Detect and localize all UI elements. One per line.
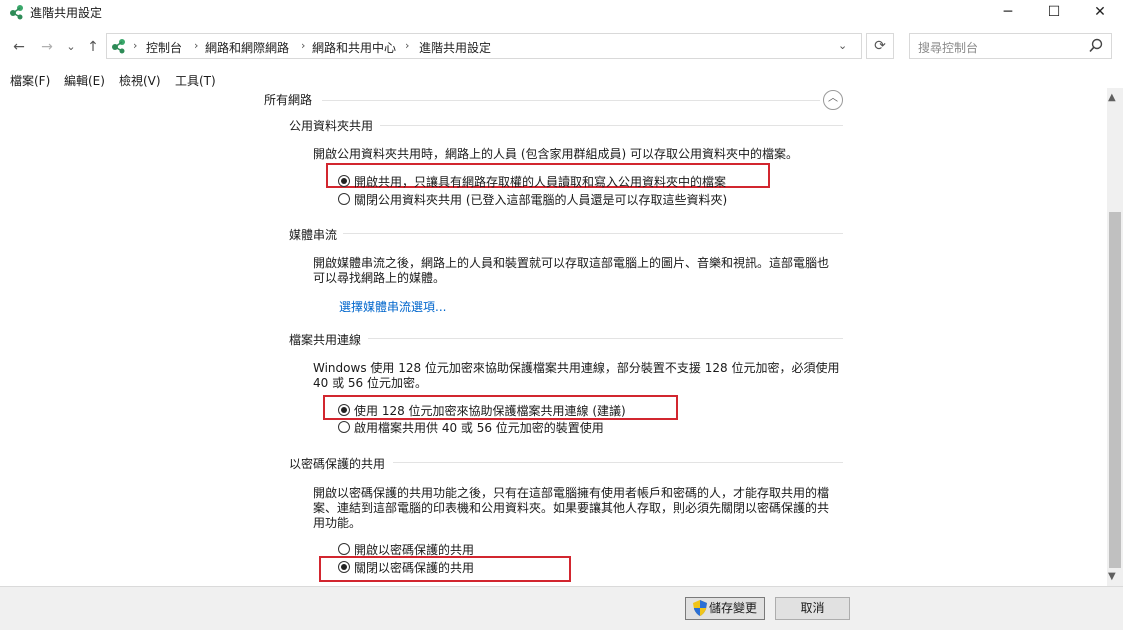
menu-file[interactable]: 檔案(F) [10,72,50,89]
recent-locations-button[interactable]: ⌄ [62,38,80,56]
public-folder-description: 開啟公用資料夾共用時，網路上的人員 (包含家用群組成員) 可以存取公用資料夾中的… [313,147,798,161]
breadcrumb-separator: › [133,39,138,52]
section-title-public-folder: 公用資料夾共用 [289,119,374,133]
section-title-media: 媒體串流 [289,228,338,242]
search-placeholder: 搜尋控制台 [918,41,979,55]
radio-public-folder-off[interactable] [338,193,350,205]
menu-tools[interactable]: 工具(T) [175,72,216,89]
refresh-button[interactable]: ⟳ [866,33,894,59]
address-dropdown-button[interactable]: ⌄ [838,39,847,52]
back-button[interactable]: ← [10,38,28,56]
radio-password-on[interactable] [338,543,350,555]
file-sharing-description-line1: Windows 使用 128 位元加密來協助保護檔案共用連線，部分裝置不支援 1… [313,361,840,375]
section-title-file-sharing: 檔案共用連線 [289,333,362,347]
breadcrumb-item-network-sharing-center[interactable]: 網路和共用中心 [312,39,396,56]
section-title-password: 以密碼保護的共用 [289,457,386,471]
radio-label-public-folder-off[interactable]: 關閉公用資料夾共用 (已登入這部電腦的人員還是可以存取這些資料夾) [354,191,727,208]
radio-label-public-folder-on[interactable]: 開啟共用，只讓具有網路存取權的人員讀取和寫入公用資料夾中的檔案 [354,173,726,190]
group-title: 所有網路 [264,93,313,107]
scroll-down-arrow[interactable]: ▼ [1108,571,1116,582]
cancel-button[interactable]: 取消 [775,597,850,620]
password-description-line2: 案、連結到這部電腦的印表機和公用資料夾。如果要讓其他人存取，則必須先關閉以密碼保… [313,501,830,515]
breadcrumb-item-network-internet[interactable]: 網路和網際網路 [205,39,289,56]
divider [380,125,843,126]
title-bar [0,0,1123,24]
breadcrumb-separator: › [301,39,306,52]
radio-label-password-off[interactable]: 關閉以密碼保護的共用 [354,559,474,576]
scrollbar-thumb[interactable] [1109,212,1121,568]
breadcrumb-separator: › [405,39,410,52]
divider [322,100,820,101]
network-icon [10,5,23,20]
breadcrumb-item-advanced-sharing[interactable]: 進階共用設定 [419,39,491,56]
close-button[interactable]: ✕ [1077,0,1123,24]
breadcrumb-separator: › [194,39,199,52]
forward-button[interactable]: → [38,38,56,56]
media-streaming-options-link[interactable]: 選擇媒體串流選項... [339,298,446,315]
menu-edit[interactable]: 編輯(E) [64,72,105,89]
radio-public-folder-on[interactable] [338,175,350,187]
shield-icon [693,600,707,616]
password-description-line1: 開啟以密碼保護的共用功能之後，只有在這部電腦擁有使用者帳戶和密碼的人，才能存取共… [313,486,830,500]
window-title: 進階共用設定 [30,6,103,20]
media-description-line1: 開啟媒體串流之後，網路上的人員和裝置就可以存取這部電腦上的圖片、音樂和視訊。這部… [313,256,830,270]
file-sharing-description-line2: 40 或 56 位元加密。 [313,376,427,390]
radio-password-off[interactable] [338,561,350,573]
radio-label-encryption-128[interactable]: 使用 128 位元加密來協助保護檔案共用連線 (建議) [354,402,626,419]
radio-encryption-128[interactable] [338,404,350,416]
up-button[interactable]: ↑ [84,38,102,56]
footer-bar [0,586,1123,630]
collapse-icon[interactable]: ︿ [823,90,843,110]
media-description-line2: 可以尋找網路上的媒體。 [313,271,446,285]
search-icon[interactable] [1088,38,1104,54]
maximize-button[interactable]: ☐ [1031,0,1077,24]
password-description-line3: 用功能。 [313,516,362,530]
menu-view[interactable]: 檢視(V) [119,72,161,89]
breadcrumb-item-control-panel[interactable]: 控制台 [146,39,182,56]
scroll-up-arrow[interactable]: ▲ [1108,92,1116,103]
divider [393,462,843,463]
minimize-button[interactable]: ─ [985,0,1031,24]
divider [343,233,843,234]
divider [368,338,843,339]
radio-encryption-40-56[interactable] [338,421,350,433]
network-icon [112,39,125,54]
radio-label-encryption-40-56[interactable]: 啟用檔案共用供 40 或 56 位元加密的裝置使用 [354,419,604,436]
